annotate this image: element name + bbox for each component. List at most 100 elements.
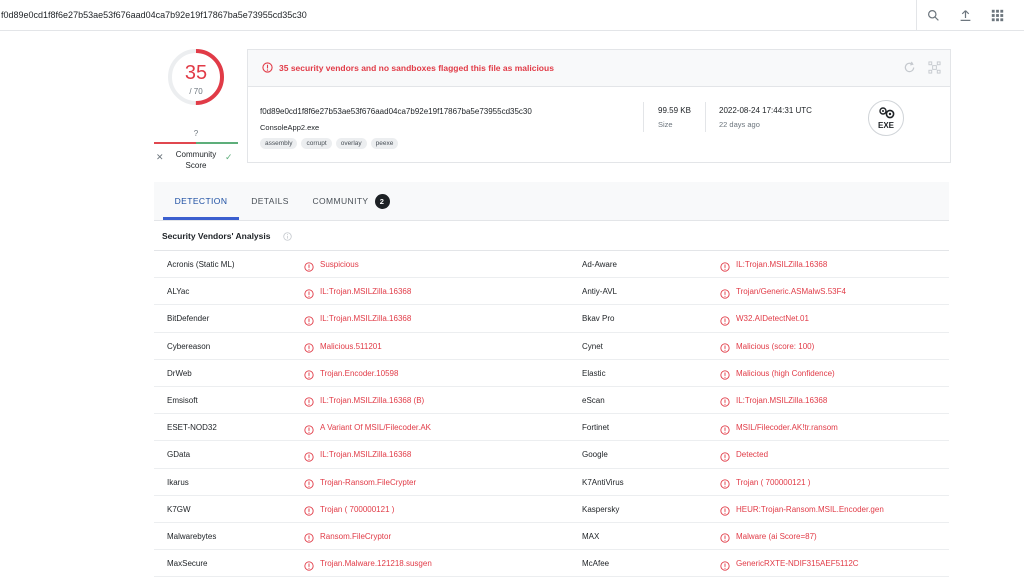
vendor-name: Acronis (Static ML) [167, 260, 235, 269]
alert-icon [720, 340, 730, 353]
detection-result[interactable]: IL:Trojan.MSILZilla.16368 (B) [320, 396, 424, 405]
table-row: ESET-NOD32 A Variant Of MSIL/Filecoder.AK… [154, 414, 949, 442]
file-size-label: Size [658, 120, 673, 129]
file-type-label: EXE [877, 121, 894, 130]
alert-icon [304, 476, 314, 489]
alert-text: 35 security vendors and no sandboxes fla… [279, 63, 554, 73]
vote-harmless-icon[interactable]: ✓ [225, 152, 233, 163]
detection-result[interactable]: Malicious (high Confidence) [736, 369, 835, 378]
alert-icon [304, 394, 314, 408]
search-icon[interactable] [924, 6, 942, 24]
alert-icon [304, 422, 314, 435]
alert-icon [720, 313, 730, 326]
report-tabs: DETECTION DETAILS COMMUNITY 2 [154, 182, 949, 221]
detection-result[interactable]: Trojan.Encoder.10598 [320, 369, 398, 378]
detection-result[interactable]: HEUR:Trojan-Ransom.MSIL.Encoder.gen [736, 505, 884, 514]
vendor-name: Ikarus [167, 477, 189, 487]
detection-result[interactable]: IL:Trojan.MSILZilla.16368 [320, 287, 411, 296]
divider [643, 102, 644, 132]
detection-result[interactable]: A Variant Of MSIL/Filecoder.AK [320, 423, 431, 432]
community-score-value: ? [193, 129, 199, 138]
alert-icon [304, 530, 314, 543]
tag-corrupt[interactable]: corrupt [301, 138, 332, 149]
vendor-name: Malwarebytes [167, 531, 217, 541]
alert-icon [304, 449, 314, 462]
detection-result[interactable]: Detected [736, 450, 768, 459]
community-score-bar [154, 142, 238, 144]
alert-icon [720, 503, 730, 516]
tag-assembly[interactable]: assembly [260, 138, 298, 149]
vendor-name: Kaspersky [582, 504, 620, 514]
vendor-name: BitDefender [167, 314, 210, 324]
detection-result[interactable]: IL:Trojan.MSILZilla.16368 [320, 314, 411, 323]
vendor-name: GData [167, 450, 191, 460]
community-score-label: Community Score [175, 150, 217, 170]
reanalyze-icon[interactable] [903, 61, 916, 74]
detection-result[interactable]: Malware (ai Score=87) [736, 532, 817, 541]
table-row: Ikarus Trojan-Ransom.FileCrypter K7AntiVir… [154, 469, 949, 496]
search-input[interactable] [0, 0, 916, 30]
detection-result[interactable]: Ransom.FileCryptor [320, 532, 391, 541]
table-row: Emsisoft IL:Trojan.MSILZilla.16368 (B) eSc… [154, 387, 949, 415]
vendor-name: Cybereason [167, 341, 211, 351]
detection-result[interactable]: Trojan-Ransom.FileCrypter [320, 478, 416, 487]
upload-icon[interactable] [956, 6, 974, 24]
table-row: Cybereason Malicious.511201 Cynet Malicious… [154, 333, 949, 360]
table-row: K7GW Trojan ( 700000121 ) Kaspersky HEUR:Tr… [154, 496, 949, 523]
vendor-name: ALYac [167, 287, 190, 297]
file-tags: assembly corrupt overlay peexe [260, 138, 399, 149]
similar-files-icon[interactable] [928, 61, 941, 74]
vendor-name: Elastic [582, 368, 606, 378]
vendor-name: DrWeb [167, 368, 192, 378]
tab-details[interactable]: DETAILS [244, 182, 296, 220]
alert-icon [304, 286, 314, 299]
apps-grid-icon[interactable] [988, 6, 1006, 24]
vendor-name: Fortinet [582, 423, 610, 433]
top-search-bar [0, 0, 1024, 31]
table-row: Malwarebytes Ransom.FileCryptor MAX Malware… [154, 523, 949, 551]
vendor-name: Ad-Aware [582, 260, 617, 269]
divider [916, 0, 917, 30]
vendor-name: Bkav Pro [582, 314, 615, 324]
tag-peexe[interactable]: peexe [370, 138, 399, 149]
tag-overlay[interactable]: overlay [335, 138, 367, 149]
info-icon[interactable] [283, 232, 292, 241]
community-count-badge: 2 [374, 193, 390, 209]
vote-malicious-icon[interactable]: ✕ [156, 152, 164, 163]
detection-result[interactable]: Malicious (score: 100) [736, 342, 814, 351]
detection-result[interactable]: IL:Trojan.MSILZilla.16368 [736, 260, 827, 269]
alert-icon [304, 367, 314, 380]
vendor-name: Google [582, 450, 608, 460]
vendor-name: K7GW [167, 504, 191, 514]
table-row: Acronis (Static ML) Suspicious Ad-Aware IL:… [154, 251, 949, 279]
detection-result[interactable]: MSIL/Filecoder.AK!tr.ransom [736, 423, 838, 432]
detection-result[interactable]: Trojan/Generic.ASMalwS.53F4 [736, 287, 846, 296]
analysis-date: 2022-08-24 17:44:31 UTC [719, 106, 812, 115]
vendor-name: ESET-NOD32 [167, 423, 217, 433]
file-hash[interactable]: f0d89e0cd1f8f6e27b53ae53f676aad04ca7b92e… [260, 107, 532, 116]
detection-result[interactable]: Malicious.511201 [320, 342, 382, 351]
active-tab-indicator [163, 217, 239, 220]
tab-community[interactable]: COMMUNITY 2 [306, 182, 396, 220]
vendor-name: MAX [582, 531, 600, 541]
detection-result[interactable]: IL:Trojan.MSILZilla.16368 [736, 396, 827, 405]
vendor-name: Cynet [582, 341, 603, 351]
table-row: DrWeb Trojan.Encoder.10598 Elastic Maliciou… [154, 360, 949, 387]
detection-alert: 35 security vendors and no sandboxes fla… [248, 50, 950, 87]
divider [705, 102, 706, 132]
alert-icon [720, 449, 730, 462]
detection-result[interactable]: Trojan ( 700000121 ) [320, 505, 394, 514]
tab-detection[interactable]: DETECTION [163, 182, 239, 220]
detection-total: / 70 [189, 87, 203, 96]
detection-result[interactable]: Suspicious [320, 260, 359, 269]
alert-icon [262, 62, 273, 73]
detection-result[interactable]: W32.AIDetectNet.01 [736, 314, 809, 323]
alert-icon [720, 422, 730, 435]
alert-icon [720, 394, 730, 408]
vendor-name: Emsisoft [167, 395, 198, 405]
detection-result[interactable]: IL:Trojan.MSILZilla.16368 [320, 450, 411, 459]
detection-result[interactable]: Trojan ( 700000121 ) [736, 478, 810, 487]
table-row: GData IL:Trojan.MSILZilla.16368 Google Dete… [154, 441, 949, 469]
alert-icon [720, 530, 730, 543]
alert-icon [720, 286, 730, 299]
